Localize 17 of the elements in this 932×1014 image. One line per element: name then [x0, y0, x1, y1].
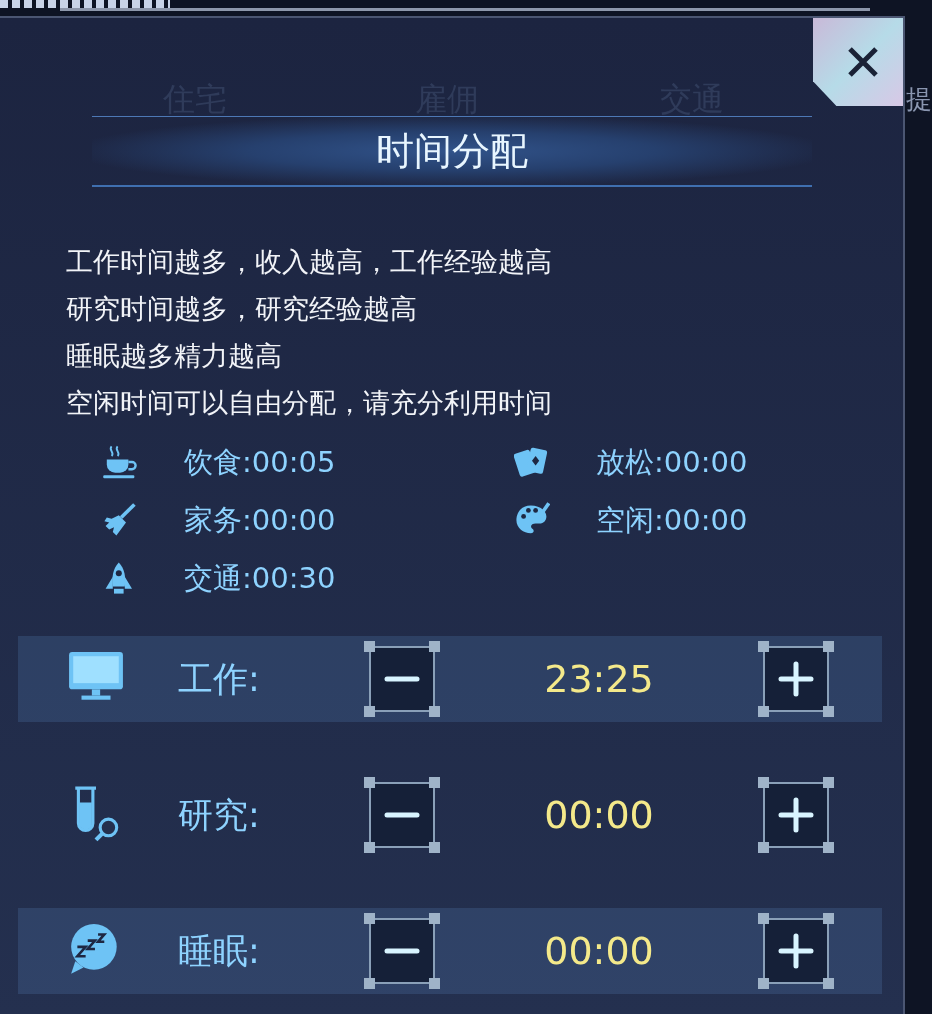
time-value: 00:00 — [543, 793, 655, 837]
activity-time: 空闲:00:00 — [596, 502, 748, 538]
activity-time: 饮食:00:05 — [184, 444, 336, 480]
dialog-title: 时间分配 — [375, 127, 528, 175]
description-line: 睡眠越多精力越高 — [66, 339, 283, 373]
activity-time: 放松:00:00 — [596, 444, 748, 480]
tab-label: 提 — [906, 83, 932, 116]
description-line: 研究时间越多，研究经验越高 — [66, 292, 418, 326]
description-line: 空闲时间可以自由分配，请充分利用时间 — [66, 386, 553, 420]
time-value: 00:00 — [543, 929, 655, 973]
description-line: 工作时间越多，收入越高，工作经验越高 — [66, 245, 553, 279]
activity-time: 家务:00:00 — [184, 502, 336, 538]
activity-label: 工作: — [178, 657, 261, 701]
activity-time: 交通:00:30 — [184, 560, 336, 596]
activity-label: 睡眠: — [178, 929, 261, 973]
activity-label: 研究: — [178, 793, 261, 837]
time-value: 23:25 — [543, 657, 655, 701]
